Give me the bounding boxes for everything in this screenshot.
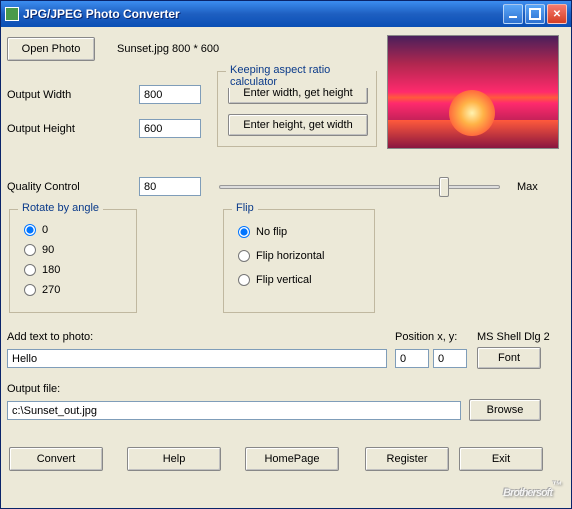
font-name-label: MS Shell Dlg 2 xyxy=(477,331,550,343)
convert-button[interactable]: Convert xyxy=(9,447,103,471)
add-text-input[interactable] xyxy=(7,349,387,368)
window-body: Open Photo Sunset.jpg 800 * 600 Output W… xyxy=(1,27,571,508)
app-icon xyxy=(5,7,19,21)
watermark: Brothersoft™ xyxy=(503,479,561,502)
flip-none-radio[interactable] xyxy=(238,226,250,238)
rotate-270-label: 270 xyxy=(42,284,60,296)
output-width-input[interactable] xyxy=(139,85,201,104)
position-x-input[interactable] xyxy=(395,349,429,368)
flip-none-label: No flip xyxy=(256,226,287,238)
minimize-button[interactable] xyxy=(503,4,523,24)
output-width-label: Output Width xyxy=(7,89,71,101)
quality-max-label: Max xyxy=(517,181,538,193)
rotate-0-radio[interactable] xyxy=(24,224,36,236)
window-frame: JPG/JPEG Photo Converter Open Photo Suns… xyxy=(0,0,572,509)
flip-vertical-radio[interactable] xyxy=(238,274,250,286)
add-text-label: Add text to photo: xyxy=(7,331,93,343)
quality-slider-thumb[interactable] xyxy=(439,177,449,197)
homepage-button[interactable]: HomePage xyxy=(245,447,339,471)
rotate-270-radio[interactable] xyxy=(24,284,36,296)
quality-control-input[interactable] xyxy=(139,177,201,196)
flip-horizontal-label: Flip horizontal xyxy=(256,250,324,262)
position-xy-label: Position x, y: xyxy=(395,331,457,343)
flip-vertical-label: Flip vertical xyxy=(256,274,312,286)
register-button[interactable]: Register xyxy=(365,447,449,471)
maximize-button[interactable] xyxy=(525,4,545,24)
flip-horizontal-radio[interactable] xyxy=(238,250,250,262)
file-info-label: Sunset.jpg 800 * 600 xyxy=(117,43,219,55)
photo-preview xyxy=(387,35,559,149)
close-button[interactable] xyxy=(547,4,567,24)
titlebar[interactable]: JPG/JPEG Photo Converter xyxy=(1,1,571,27)
rotate-legend: Rotate by angle xyxy=(18,202,103,214)
output-height-input[interactable] xyxy=(139,119,201,138)
window-title: JPG/JPEG Photo Converter xyxy=(23,7,503,21)
output-height-label: Output Height xyxy=(7,123,75,135)
exit-button[interactable]: Exit xyxy=(459,447,543,471)
rotate-180-label: 180 xyxy=(42,264,60,276)
rotate-180-radio[interactable] xyxy=(24,264,36,276)
aspect-ratio-legend: Keeping aspect ratio calculator xyxy=(226,64,376,88)
open-photo-button[interactable]: Open Photo xyxy=(7,37,95,61)
position-y-input[interactable] xyxy=(433,349,467,368)
output-file-input[interactable] xyxy=(7,401,461,420)
quality-slider-track[interactable] xyxy=(219,185,500,189)
rotate-90-label: 90 xyxy=(42,244,54,256)
browse-button[interactable]: Browse xyxy=(469,399,541,421)
rotate-group: Rotate by angle 0 90 180 270 xyxy=(9,209,137,313)
font-button[interactable]: Font xyxy=(477,347,541,369)
flip-legend: Flip xyxy=(232,202,258,214)
rotate-90-radio[interactable] xyxy=(24,244,36,256)
quality-control-label: Quality Control xyxy=(7,181,80,193)
height-get-width-button[interactable]: Enter height, get width xyxy=(228,114,368,136)
aspect-ratio-group: Keeping aspect ratio calculator Enter wi… xyxy=(217,71,377,147)
help-button[interactable]: Help xyxy=(127,447,221,471)
flip-group: Flip No flip Flip horizontal Flip vertic… xyxy=(223,209,375,313)
output-file-label: Output file: xyxy=(7,383,60,395)
rotate-0-label: 0 xyxy=(42,224,48,236)
